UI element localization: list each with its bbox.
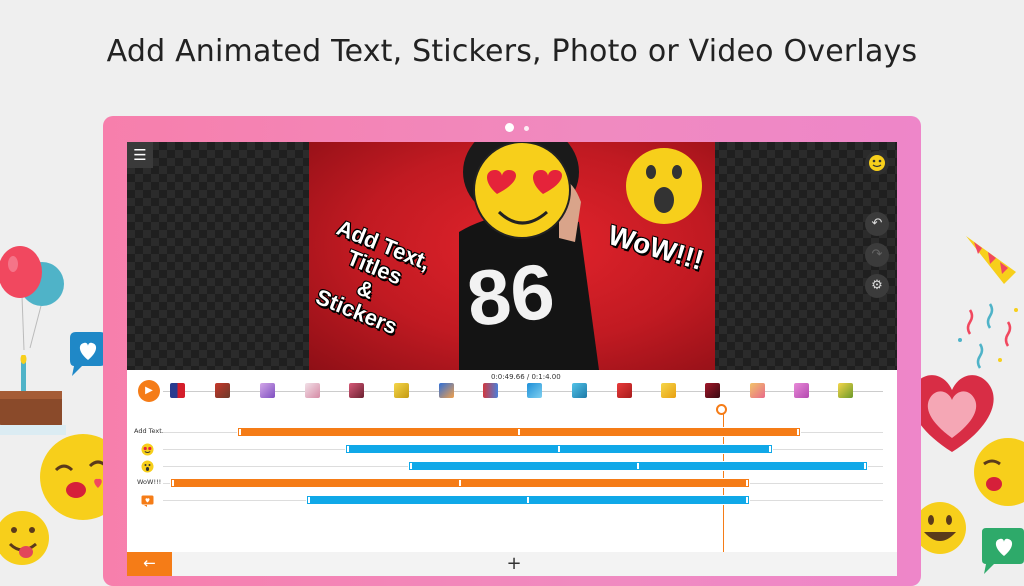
- track-label-add-text: Add Text.: [134, 427, 164, 435]
- balloons-sticker: [0, 246, 64, 350]
- image-overlay-icon: [141, 495, 154, 507]
- bar-handle[interactable]: [558, 446, 560, 452]
- bottom-bar: ← +: [127, 552, 897, 576]
- headline: Add Animated Text, Stickers, Photo or Vi…: [106, 34, 918, 69]
- bar-handle[interactable]: [797, 429, 799, 435]
- bar-handle[interactable]: [769, 446, 771, 452]
- birthday-cake-sticker: [0, 355, 66, 435]
- gear-icon: ⚙: [871, 278, 883, 293]
- bar-handle[interactable]: [746, 497, 748, 503]
- undo-button[interactable]: ↶: [865, 212, 889, 236]
- bar-handle[interactable]: [410, 463, 412, 469]
- blowing-kiss-emoji-sticker: [974, 438, 1024, 506]
- clip-thumbnail[interactable]: [572, 383, 587, 398]
- time-readout: 0:0:49.66 / 0:1:4.00: [491, 373, 561, 381]
- video-frame: 86 Add Text, Titles & Stickers WoW!!!: [309, 142, 715, 370]
- app-screen: 86 Add Text, Titles & Stickers WoW!!! ☰ …: [127, 142, 897, 576]
- front-camera: [505, 123, 514, 132]
- emoji-icon: [869, 155, 885, 171]
- surprised-emoji-overlay: [626, 148, 702, 224]
- hamburger-icon: ☰: [133, 146, 147, 164]
- track-bar-wow[interactable]: [170, 478, 750, 488]
- play-button[interactable]: ▶: [138, 380, 160, 402]
- clip-thumbnail[interactable]: [170, 383, 185, 398]
- clip-thumbnail[interactable]: [661, 383, 676, 398]
- clip-thumbnail[interactable]: [617, 383, 632, 398]
- clip-thumbnail[interactable]: [527, 383, 542, 398]
- video-preview: 86 Add Text, Titles & Stickers WoW!!! ☰ …: [127, 142, 897, 370]
- party-horn-sticker: [966, 236, 1016, 284]
- jersey-number: 86: [463, 246, 558, 343]
- bar-handle[interactable]: [172, 480, 174, 486]
- camera-sensor: [524, 126, 529, 131]
- bar-handle[interactable]: [518, 429, 520, 435]
- clip-thumbnail[interactable]: [215, 383, 230, 398]
- track-bar-heart-eyes[interactable]: [345, 444, 773, 454]
- track-label-wow: WoW!!!: [137, 478, 162, 486]
- heart-eyes-emoji-icon: [141, 443, 154, 456]
- sticker-button[interactable]: [865, 151, 889, 175]
- track-bar-image-overlay[interactable]: [306, 495, 750, 505]
- heart-eyes-emoji-overlay: [473, 142, 571, 239]
- surprised-emoji-icon: [141, 460, 154, 473]
- menu-button[interactable]: ☰: [127, 142, 153, 168]
- bar-handle[interactable]: [239, 429, 241, 435]
- timeline-panel: 0:0:49.66 / 0:1:4.00 ▶ Add Text. WoW!!!: [127, 370, 897, 576]
- clip-thumbnail[interactable]: [349, 383, 364, 398]
- settings-button[interactable]: ⚙: [865, 274, 889, 298]
- clip-thumbnail[interactable]: [705, 383, 720, 398]
- playhead-handle[interactable]: [716, 404, 727, 415]
- back-arrow-icon: ←: [143, 554, 156, 572]
- heart-speech-bubble-sticker: [70, 332, 106, 376]
- play-icon: ▶: [145, 385, 153, 396]
- bar-handle[interactable]: [459, 480, 461, 486]
- clip-thumbnail[interactable]: [394, 383, 409, 398]
- green-heart-bubble-sticker: [982, 528, 1024, 574]
- clip-thumbnail[interactable]: [305, 383, 320, 398]
- clip-thumbnail[interactable]: [483, 383, 498, 398]
- redo-button[interactable]: ↷: [865, 243, 889, 267]
- bar-handle[interactable]: [347, 446, 349, 452]
- bar-handle[interactable]: [864, 463, 866, 469]
- clip-thumbnail[interactable]: [439, 383, 454, 398]
- bar-handle[interactable]: [637, 463, 639, 469]
- redo-icon: ↷: [871, 247, 883, 262]
- track-bar-add-text[interactable]: [237, 427, 801, 437]
- bar-handle[interactable]: [746, 480, 748, 486]
- tongue-emoji-sticker: [0, 511, 49, 565]
- clip-thumbnail[interactable]: [838, 383, 853, 398]
- undo-icon: ↶: [871, 216, 883, 231]
- bar-handle[interactable]: [527, 497, 529, 503]
- bar-handle[interactable]: [308, 497, 310, 503]
- track-bar-surprised[interactable]: [408, 461, 868, 471]
- clip-thumbnail[interactable]: [260, 383, 275, 398]
- back-button[interactable]: ←: [127, 552, 172, 576]
- clip-thumbnail[interactable]: [750, 383, 765, 398]
- plus-icon: +: [506, 553, 522, 574]
- add-button[interactable]: +: [505, 552, 523, 576]
- clip-thumbnail[interactable]: [794, 383, 809, 398]
